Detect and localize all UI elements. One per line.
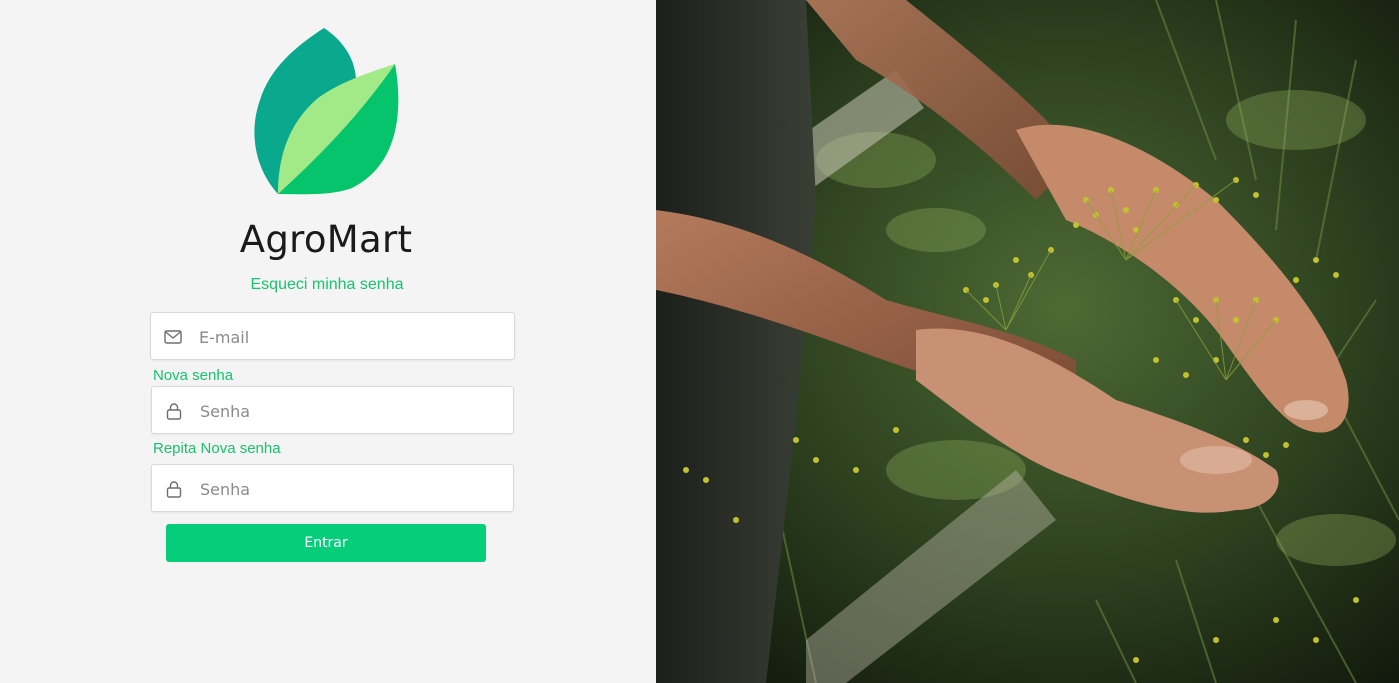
login-panel: AgroMart Esqueci minha senha Nova senha … bbox=[0, 0, 656, 683]
hero-photo bbox=[656, 0, 1399, 683]
app-title: AgroMart bbox=[239, 218, 413, 261]
repeat-password-field[interactable] bbox=[151, 464, 514, 513]
leaf-logo-icon bbox=[254, 28, 399, 195]
new-password-input[interactable] bbox=[198, 387, 507, 435]
repeat-password-input[interactable] bbox=[198, 465, 507, 513]
lock-icon bbox=[166, 481, 182, 498]
new-password-label: Nova senha bbox=[153, 367, 234, 384]
lock-icon bbox=[166, 403, 182, 420]
new-password-field[interactable] bbox=[151, 386, 514, 435]
email-input[interactable] bbox=[197, 313, 508, 361]
mail-icon bbox=[164, 330, 182, 344]
submit-button[interactable]: Entrar bbox=[166, 524, 486, 562]
forgot-password-link[interactable]: Esqueci minha senha bbox=[0, 276, 654, 294]
email-field[interactable] bbox=[150, 312, 515, 361]
repeat-password-label: Repita Nova senha bbox=[153, 440, 281, 457]
